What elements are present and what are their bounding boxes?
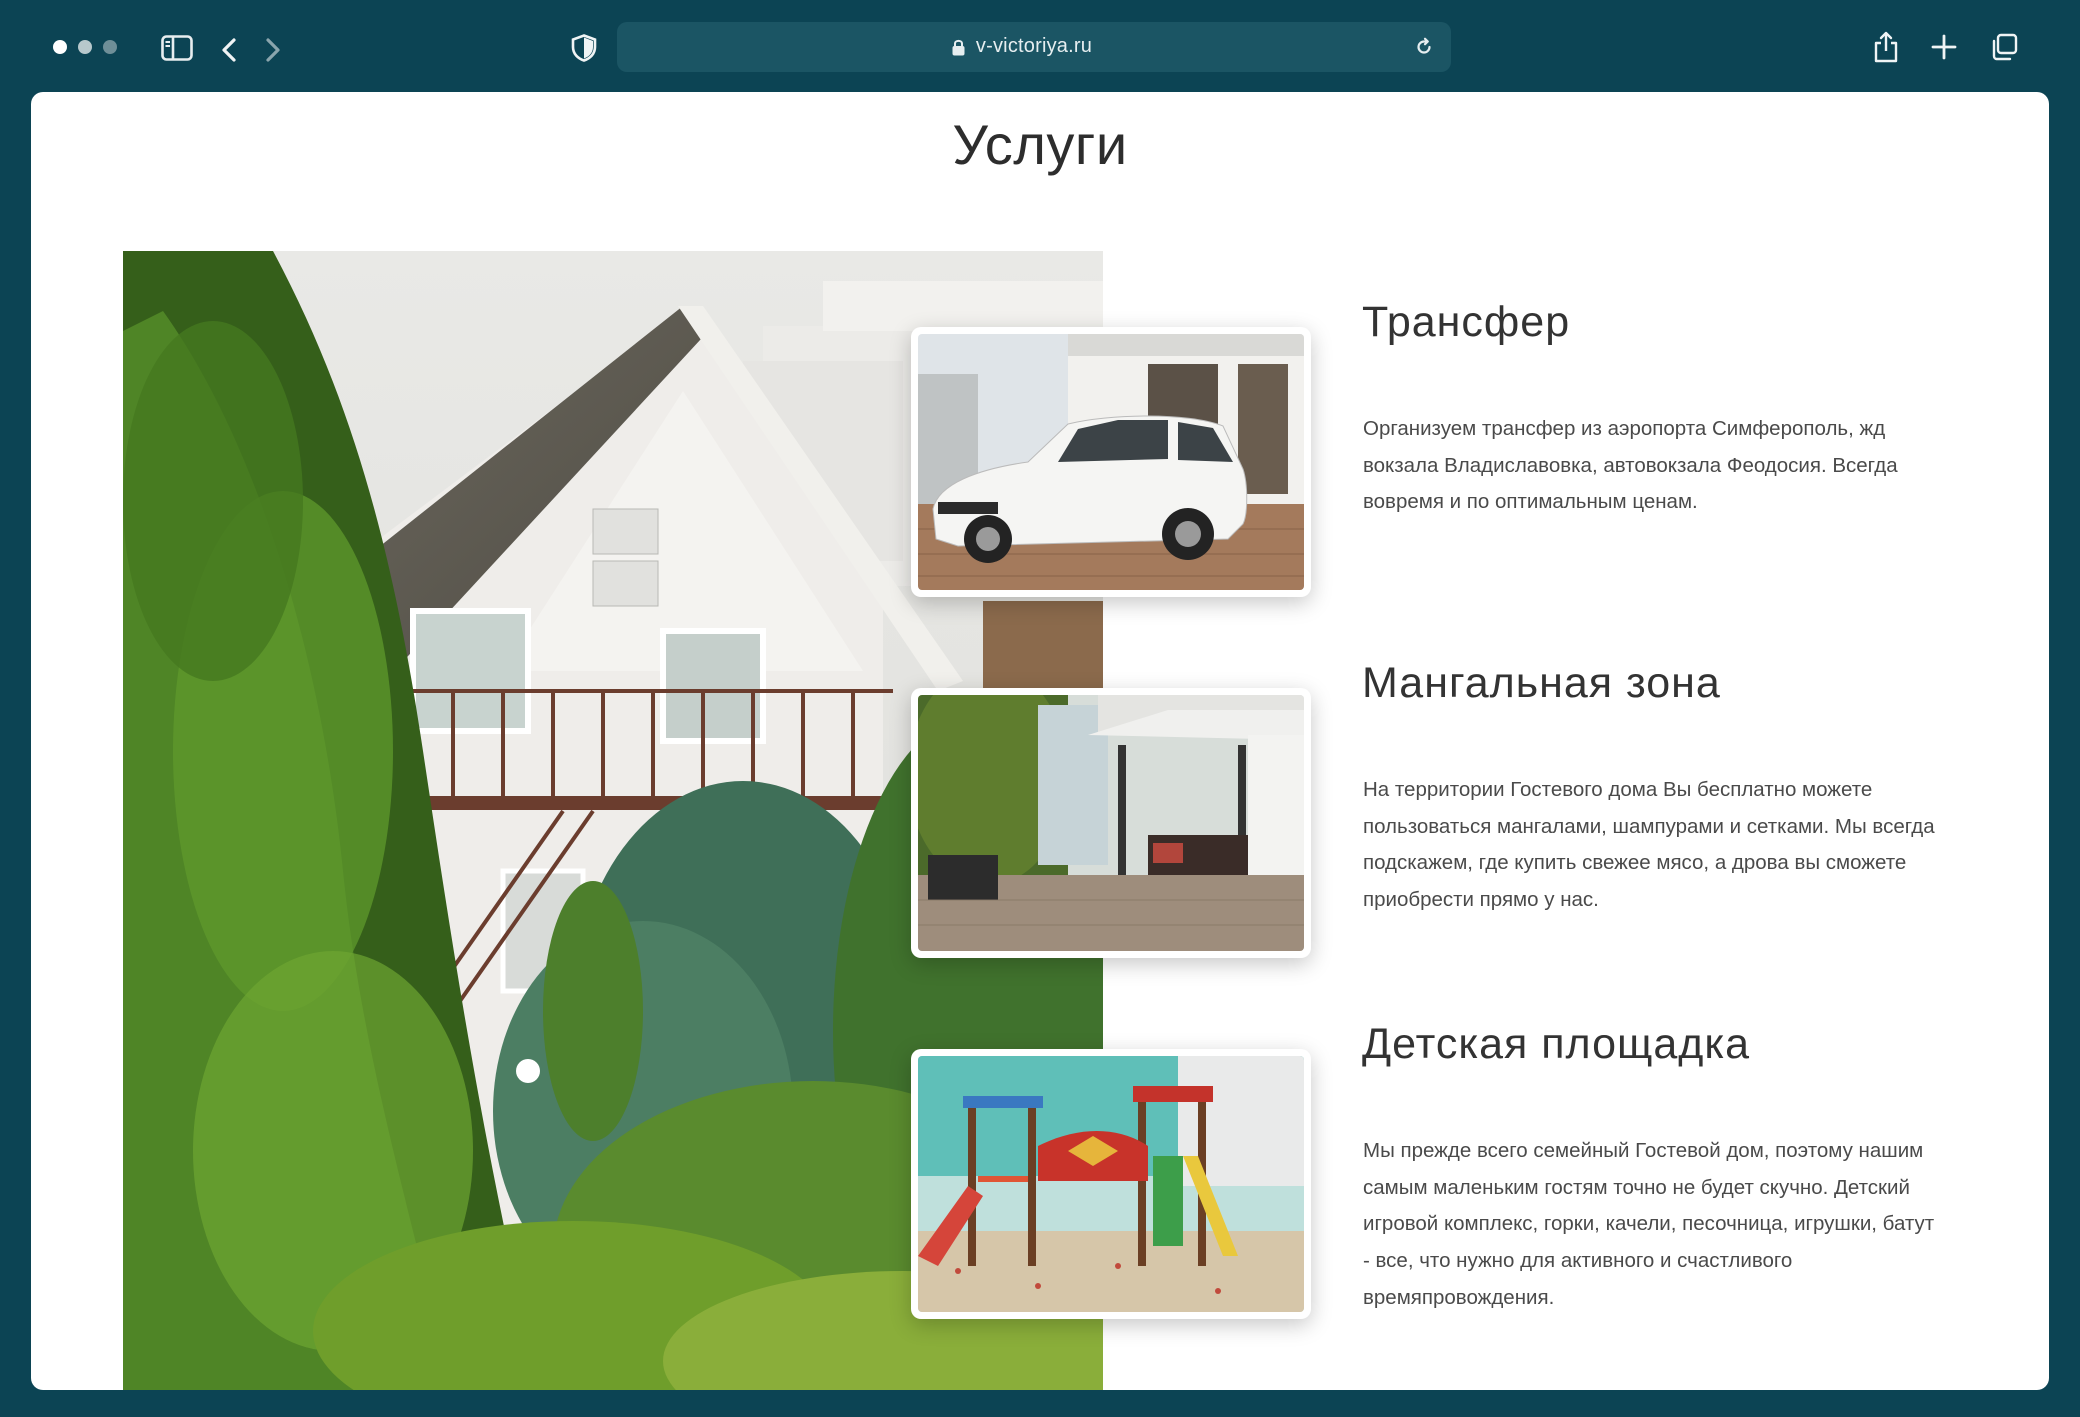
- url-text: v-victoriya.ru: [975, 35, 1093, 57]
- page-viewport: Услуги Трансфер Организуем трансфер из а…: [31, 92, 2049, 1390]
- service-title-bbq: Мангальная зона: [1362, 659, 1721, 707]
- address-bar[interactable]: v-victoriya.ru: [617, 22, 1451, 72]
- service-text-bbq: На территории Гостевого дома Вы бесплатн…: [1363, 778, 1935, 912]
- shield-icon[interactable]: [570, 33, 598, 63]
- service-image-transfer: [911, 327, 1311, 597]
- service-image-bbq: [911, 688, 1311, 958]
- share-icon[interactable]: [1873, 30, 1899, 64]
- service-text-transfer: Организуем трансфер из аэропорта Симферо…: [1363, 417, 1898, 514]
- browser-toolbar: v-victoriya.ru: [0, 0, 2080, 92]
- reload-icon[interactable]: [1413, 36, 1435, 58]
- page-title: Услуги: [952, 113, 1128, 176]
- window-minimize-dot[interactable]: [78, 40, 92, 54]
- window-zoom-dot[interactable]: [103, 40, 117, 54]
- chevron-left-icon[interactable]: [218, 36, 240, 64]
- tabs-overview-icon[interactable]: [1989, 32, 2019, 62]
- sidebar-icon[interactable]: [160, 34, 194, 62]
- chevron-right-icon[interactable]: [262, 36, 284, 64]
- service-text-playground: Мы прежде всего семейный Гостевой дом, п…: [1363, 1139, 1935, 1309]
- service-title-playground: Детская площадка: [1362, 1020, 1751, 1068]
- plus-icon[interactable]: [1930, 33, 1958, 61]
- window-close-dot[interactable]: [53, 40, 67, 54]
- service-image-playground: [911, 1049, 1311, 1319]
- service-title-transfer: Трансфер: [1362, 298, 1571, 346]
